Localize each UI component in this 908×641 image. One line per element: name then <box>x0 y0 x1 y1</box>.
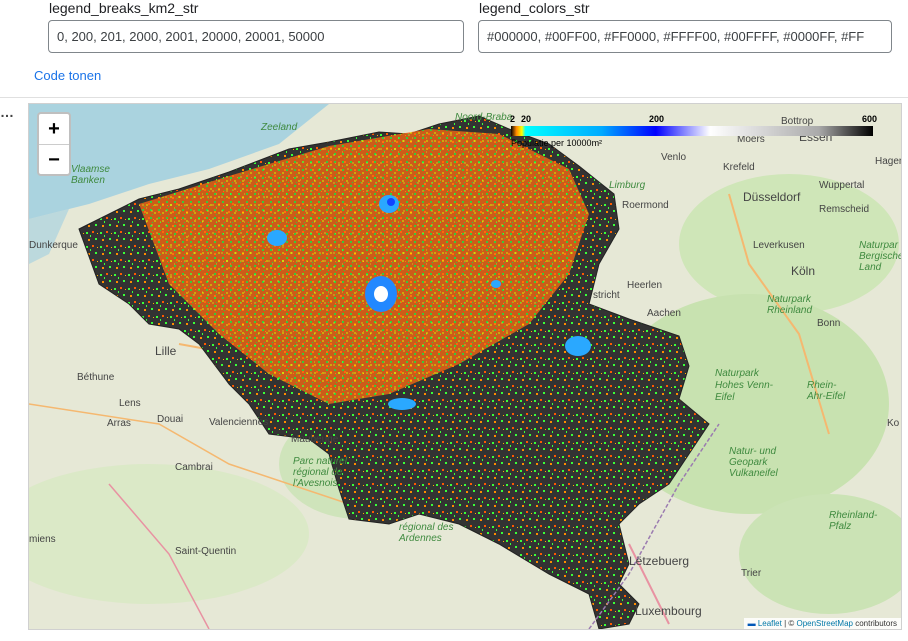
place-label: Douai <box>157 414 184 425</box>
place-label: Béthune <box>77 372 115 383</box>
place-label: Hagen <box>875 156 902 167</box>
place-label: Trier <box>741 568 762 579</box>
cell-menu-icon[interactable]: … <box>0 104 14 120</box>
place-label: Wuppertal <box>819 180 865 191</box>
place-label: Vlaamse Banken <box>71 164 110 186</box>
place-label: Valenciennes <box>209 417 269 428</box>
attribution-separator: | © <box>781 619 797 628</box>
flag-icon: ▬ <box>747 619 756 628</box>
legend-tick: 200 <box>649 114 665 124</box>
place-label: Düsseldorf <box>743 190 801 204</box>
place-label: Remscheid <box>819 204 870 215</box>
place-label: Ko <box>887 418 900 429</box>
colors-label: legend_colors_str <box>479 0 590 16</box>
place-label: Maubeuge <box>291 434 339 445</box>
place-label: Heerlen <box>627 280 663 291</box>
place-label: Bonn <box>817 318 841 329</box>
place-label: Limburg <box>609 180 646 191</box>
place-label: Rhein-Ahr-Eifel <box>807 380 846 402</box>
place-label: Dunkerque <box>29 240 78 251</box>
legend-tick: 600 <box>862 114 878 124</box>
place-label: Aachen <box>647 308 681 319</box>
breaks-input[interactable]: 0, 200, 201, 2000, 2001, 20000, 20001, 5… <box>48 20 464 53</box>
map-tiles <box>29 104 901 629</box>
legend-tick: 2 <box>510 114 516 124</box>
legend-title: Populatie per 10000m² <box>511 138 603 148</box>
place-label: Lëtzebuerg <box>629 554 690 568</box>
zoom-in-button[interactable]: + <box>39 114 69 144</box>
legend-color-bar <box>511 126 873 136</box>
show-code-link[interactable]: Code tonen <box>34 68 101 83</box>
place-label: miens <box>29 534 56 545</box>
place-label: Natur- und Geopark Vulkaneifel <box>729 446 778 479</box>
place-label: stricht <box>593 290 620 301</box>
divider <box>0 97 908 98</box>
zoom-out-button[interactable]: − <box>39 144 69 174</box>
place-label: Köln <box>791 264 816 278</box>
place-label: Parc naturel régional de l'Avesnois <box>293 456 347 489</box>
place-label: Naturpark Hohes Venn-Eifel <box>715 368 773 403</box>
leaflet-link[interactable]: Leaflet <box>758 619 782 628</box>
place-label: Cambrai <box>175 462 213 473</box>
place-label: Naturpar Bergische Land <box>859 240 902 273</box>
place-label: Noord-Braba <box>455 112 513 123</box>
place-label: régional des Ardennes <box>399 522 454 544</box>
place-label: Zeeland <box>261 122 298 133</box>
place-label: Arras <box>107 418 131 429</box>
place-label: Naturpark Rheinland <box>767 294 813 316</box>
osm-link[interactable]: OpenStreetMap <box>796 619 852 628</box>
place-label: Lille <box>155 344 177 358</box>
place-label: Roermond <box>622 200 669 211</box>
place-label: Luxembourg <box>635 604 702 618</box>
place-label: Rheinland-Pfalz <box>829 510 878 532</box>
zoom-control: + − <box>37 112 71 176</box>
colors-input[interactable]: #000000, #00FF00, #FF0000, #FFFF00, #00F… <box>478 20 892 53</box>
place-label: Lens <box>119 398 141 409</box>
place-label: Krefeld <box>723 162 755 173</box>
color-legend: 2 20 200 600 Populatie per 10000m² <box>509 114 878 150</box>
place-label: Saint-Quentin <box>175 546 237 557</box>
place-label: Venlo <box>661 152 687 163</box>
breaks-label: legend_breaks_km2_str <box>49 0 199 16</box>
attribution-suffix: contributors <box>852 619 897 628</box>
place-label: Leverkusen <box>753 240 805 251</box>
map-attribution: ▬ Leaflet | © OpenStreetMap contributors <box>743 618 901 629</box>
legend-tick: 20 <box>521 114 532 124</box>
map[interactable]: Zeeland Noord-Braba Vlaamse Banken Dunke… <box>28 103 902 630</box>
